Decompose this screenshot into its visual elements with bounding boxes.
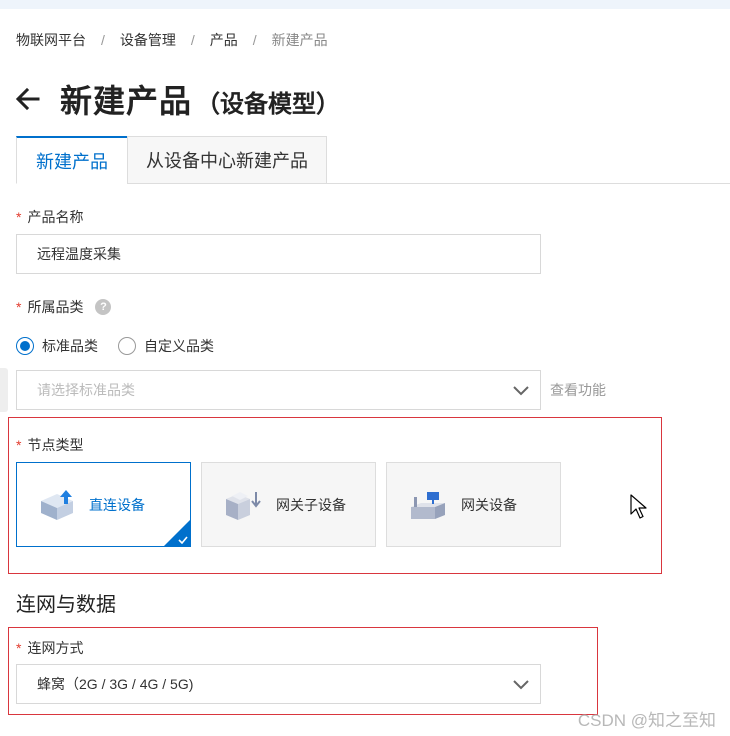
- radio-custom-category[interactable]: [118, 337, 136, 355]
- chevron-down-icon: [513, 386, 529, 396]
- product-name-label: * 产品名称: [16, 207, 83, 227]
- tab-new-product[interactable]: 新建产品: [16, 136, 128, 184]
- breadcrumb-product[interactable]: 产品: [210, 30, 238, 50]
- product-name-value: 远程温度采集: [37, 246, 121, 262]
- product-name-label-text: 产品名称: [27, 209, 84, 225]
- top-strip: [0, 0, 730, 9]
- section-title-network: 连网与数据: [16, 594, 116, 616]
- page-header: 新建产品 （设备模型）: [14, 76, 340, 122]
- side-panel-handle[interactable]: [0, 368, 8, 412]
- node-type-gateway-subdevice[interactable]: 网关子设备: [201, 462, 376, 547]
- category-label-text: 所属品类: [27, 299, 84, 315]
- product-name-input[interactable]: 远程温度采集: [16, 234, 541, 274]
- node-type-label-text: 节点类型: [27, 437, 84, 453]
- view-features-link[interactable]: 查看功能: [550, 380, 606, 400]
- gateway-device-icon: [411, 491, 445, 519]
- watermark: CSDN @知之至知: [577, 711, 716, 730]
- node-type-direct-device-label: 直连设备: [89, 496, 145, 513]
- node-type-gateway-device-label: 网关设备: [461, 496, 517, 513]
- category-label: * 所属品类 ?: [16, 297, 112, 317]
- breadcrumb-iot-platform[interactable]: 物联网平台: [16, 30, 86, 50]
- category-radio-group: 标准品类 自定义品类: [16, 336, 234, 356]
- required-mark: *: [16, 640, 22, 656]
- breadcrumb-separator: /: [190, 32, 195, 48]
- gateway-subdevice-icon: [226, 491, 261, 520]
- checkmark-icon: [178, 536, 188, 544]
- question-circle-icon[interactable]: ?: [95, 299, 112, 315]
- mouse-cursor-icon: [630, 494, 647, 519]
- breadcrumb-separator: /: [252, 32, 257, 48]
- required-mark: *: [16, 209, 22, 225]
- node-type-gateway-subdevice-label: 网关子设备: [276, 496, 346, 513]
- page-subtitle: （设备模型）: [196, 91, 341, 118]
- standard-category-placeholder: 请选择标准品类: [37, 382, 135, 398]
- tab-new-from-device-center[interactable]: 从设备中心新建产品: [127, 136, 327, 184]
- network-select[interactable]: 蜂窝（2G / 3G / 4G / 5G): [16, 664, 541, 704]
- direct-device-icon: [41, 489, 73, 520]
- radio-standard-category[interactable]: [16, 337, 34, 355]
- page-title: 新建产品: [60, 83, 193, 119]
- required-mark: *: [16, 437, 22, 453]
- breadcrumb-separator: /: [101, 32, 105, 48]
- standard-category-select[interactable]: 请选择标准品类: [16, 370, 541, 410]
- breadcrumb-current: 新建产品: [271, 32, 328, 48]
- required-mark: *: [16, 299, 22, 315]
- radio-standard-category-label[interactable]: 标准品类: [42, 336, 98, 356]
- tab-bar: 新建产品 从设备中心新建产品: [16, 136, 730, 184]
- selected-corner-badge: [164, 520, 190, 546]
- radio-custom-category-label[interactable]: 自定义品类: [144, 336, 214, 356]
- breadcrumb: 物联网平台 / 设备管理 / 产品 / 新建产品: [16, 30, 328, 50]
- network-label-text: 连网方式: [27, 640, 84, 656]
- chevron-down-icon: [513, 680, 529, 690]
- back-arrow-icon[interactable]: [14, 85, 42, 113]
- network-select-value: 蜂窝（2G / 3G / 4G / 5G): [37, 676, 194, 692]
- breadcrumb-device-management[interactable]: 设备管理: [120, 30, 176, 50]
- node-type-label: * 节点类型: [16, 435, 83, 455]
- node-type-gateway-device[interactable]: 网关设备: [386, 462, 561, 547]
- node-type-direct-device[interactable]: 直连设备: [16, 462, 191, 547]
- network-label: * 连网方式: [16, 638, 83, 658]
